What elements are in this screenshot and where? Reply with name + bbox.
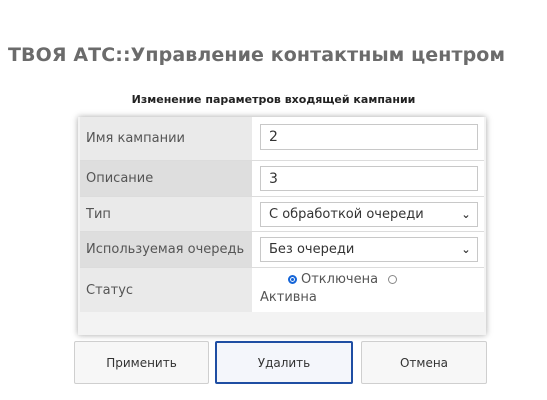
type-select-value: С обработкой очереди: [269, 207, 424, 222]
description-input[interactable]: [260, 166, 478, 191]
delete-button[interactable]: Удалить: [215, 341, 353, 384]
campaign-name-cell: [252, 117, 484, 160]
type-select[interactable]: С обработкой очереди ⌄: [260, 202, 478, 227]
form-title: Изменение параметров входящей кампании: [131, 93, 416, 106]
campaign-name-label: Имя кампании: [80, 117, 252, 160]
app-title: ТВОЯ АТС::Управление контактным центром: [8, 44, 506, 66]
cancel-button[interactable]: Отмена: [361, 341, 487, 384]
status-cell: Отключена Активна: [252, 268, 484, 312]
description-label: Описание: [80, 161, 252, 196]
form-row-status: Статус Отключена Активна: [80, 268, 484, 312]
radio-checked-icon[interactable]: [288, 275, 297, 284]
chevron-down-icon: ⌄: [461, 208, 471, 221]
chevron-down-icon: ⌄: [461, 243, 471, 256]
radio-unchecked-icon[interactable]: [388, 275, 398, 284]
description-cell: [252, 161, 484, 196]
campaign-name-input[interactable]: [260, 124, 478, 150]
form-row-name: Имя кампании: [80, 117, 484, 161]
status-label: Статус: [80, 268, 252, 312]
button-bar: Применить Удалить Отмена: [0, 341, 547, 389]
apply-button[interactable]: Применить: [74, 341, 209, 384]
status-option-active-label[interactable]: Активна: [260, 289, 470, 307]
queue-label: Используемая очередь: [80, 232, 252, 267]
queue-select-value: Без очереди: [269, 242, 355, 257]
status-option-disabled-label[interactable]: Отключена: [301, 272, 378, 287]
status-radio-group: Отключена Активна: [260, 271, 470, 307]
form-row-description: Описание: [80, 161, 484, 197]
queue-select[interactable]: Без очереди ⌄: [260, 237, 478, 262]
form-row-type: Тип С обработкой очереди ⌄: [80, 197, 484, 232]
type-label: Тип: [80, 197, 252, 231]
form-row-queue: Используемая очередь Без очереди ⌄: [80, 232, 484, 268]
campaign-form-panel: Имя кампании Описание Тип С обработкой о…: [78, 117, 486, 335]
type-cell: С обработкой очереди ⌄: [252, 197, 484, 231]
queue-cell: Без очереди ⌄: [252, 232, 484, 267]
